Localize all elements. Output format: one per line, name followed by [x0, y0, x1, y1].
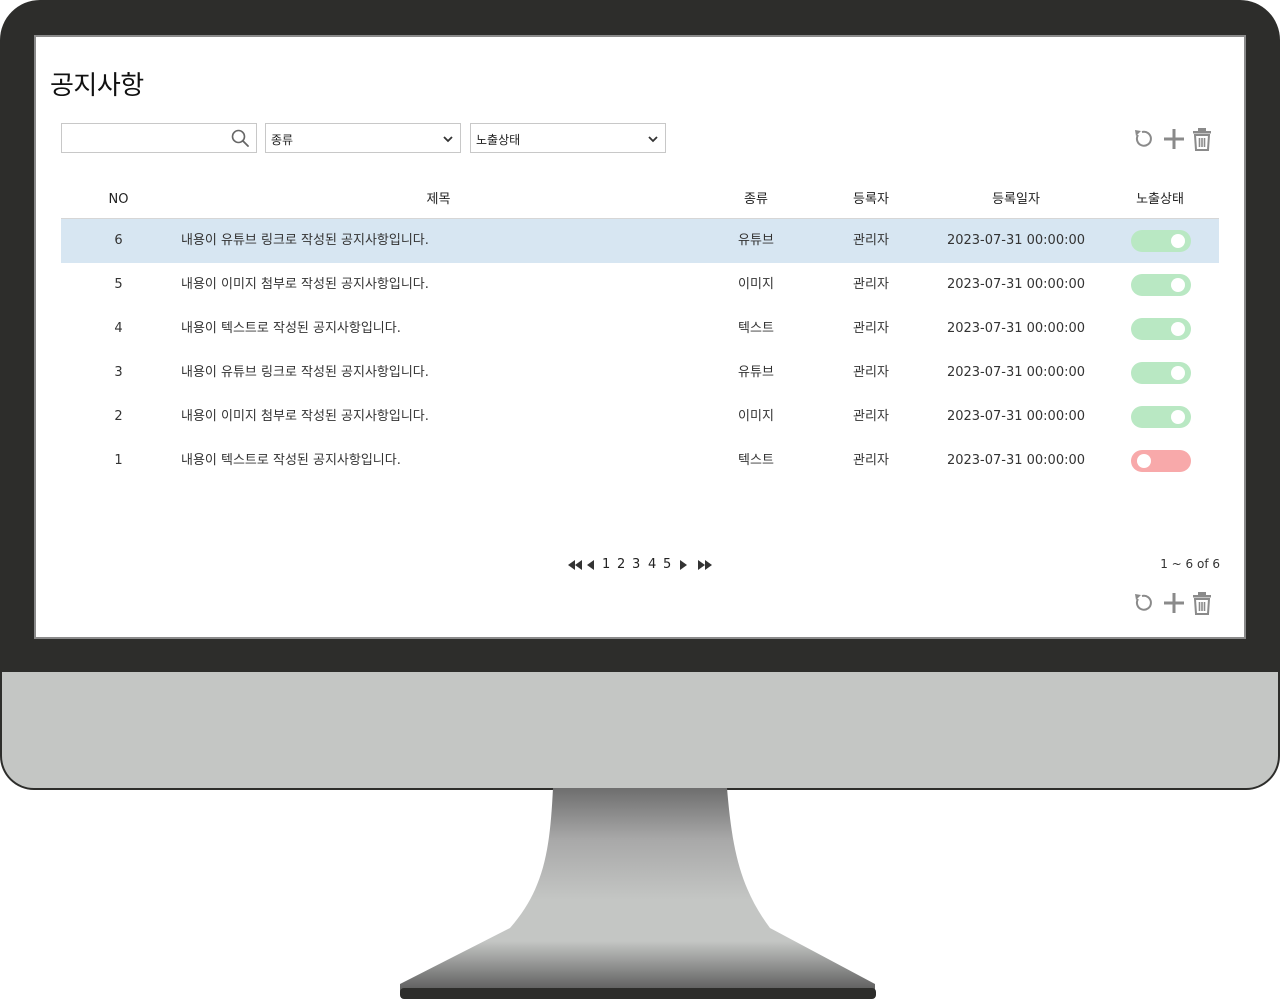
- chevron-down-icon: [443, 136, 453, 143]
- row-title[interactable]: 내용이 텍스트로 작성된 공지사항입니다.: [181, 307, 701, 351]
- top-toolbar: [1130, 126, 1220, 152]
- row-title[interactable]: 내용이 이미지 첨부로 작성된 공지사항입니다.: [181, 395, 701, 439]
- type-select-value: 종류: [271, 133, 294, 147]
- row-no: 6: [114, 233, 123, 248]
- row-type: 텍스트: [738, 321, 774, 336]
- row-author: 관리자: [853, 409, 889, 424]
- toggle-knob: [1137, 454, 1151, 468]
- row-title[interactable]: 내용이 이미지 첨부로 작성된 공지사항입니다.: [181, 263, 701, 307]
- bottom-toolbar: [1130, 590, 1220, 616]
- row-date: 2023-07-31 00:00:00: [946, 321, 1086, 336]
- table-header: NO 제목 종류 등록자 등록일자 노출상태: [61, 182, 1219, 219]
- row-status-cell: [1101, 395, 1219, 439]
- visibility-toggle[interactable]: [1131, 406, 1191, 428]
- header-date[interactable]: 등록일자: [931, 182, 1101, 218]
- visibility-toggle[interactable]: [1131, 318, 1191, 340]
- notice-table: NO 제목 종류 등록자 등록일자 노출상태 6 내용이 유튜브 링크로 작성된…: [61, 182, 1219, 483]
- toggle-knob: [1171, 322, 1185, 336]
- trash-icon[interactable]: [1190, 126, 1214, 152]
- row-date: 2023-07-31 00:00:00: [946, 277, 1086, 292]
- plus-icon[interactable]: [1162, 126, 1186, 152]
- row-status-cell: [1101, 219, 1219, 263]
- row-date: 2023-07-31 00:00:00: [946, 453, 1086, 468]
- visibility-toggle[interactable]: [1131, 450, 1191, 472]
- status-select[interactable]: 노출상태: [470, 123, 666, 153]
- refresh-icon[interactable]: [1130, 590, 1154, 616]
- row-author: 관리자: [853, 277, 889, 292]
- search-input[interactable]: [66, 128, 230, 150]
- row-status-cell: [1101, 439, 1219, 483]
- page-title: 공지사항: [50, 71, 144, 101]
- header-no[interactable]: NO: [61, 182, 176, 218]
- table-row[interactable]: 3 내용이 유튜브 링크로 작성된 공지사항입니다. 유튜브 관리자 2023-…: [61, 351, 1219, 395]
- type-select[interactable]: 종류: [265, 123, 461, 153]
- row-author: 관리자: [853, 321, 889, 336]
- row-date: 2023-07-31 00:00:00: [946, 233, 1086, 248]
- page-link-2[interactable]: 2: [617, 557, 625, 573]
- prev-page-icon[interactable]: [586, 557, 594, 573]
- row-author: 관리자: [853, 365, 889, 380]
- status-select-value: 노출상태: [476, 133, 521, 147]
- page-link-3[interactable]: 3: [632, 557, 640, 573]
- search-icon[interactable]: [231, 129, 249, 147]
- refresh-icon[interactable]: [1130, 126, 1154, 152]
- table-row[interactable]: 2 내용이 이미지 첨부로 작성된 공지사항입니다. 이미지 관리자 2023-…: [61, 395, 1219, 439]
- header-title[interactable]: 제목: [176, 182, 701, 218]
- page-link-4[interactable]: 4: [648, 557, 656, 573]
- row-status-cell: [1101, 307, 1219, 351]
- header-author[interactable]: 등록자: [811, 182, 931, 218]
- row-type: 이미지: [738, 409, 774, 424]
- table-row[interactable]: 4 내용이 텍스트로 작성된 공지사항입니다. 텍스트 관리자 2023-07-…: [61, 307, 1219, 351]
- visibility-toggle[interactable]: [1131, 274, 1191, 296]
- page-link-1[interactable]: 1: [602, 557, 610, 573]
- visibility-toggle[interactable]: [1131, 362, 1191, 384]
- header-type[interactable]: 종류: [701, 182, 811, 218]
- row-no: 2: [114, 409, 123, 424]
- row-no: 5: [114, 277, 123, 292]
- row-status-cell: [1101, 351, 1219, 395]
- plus-icon[interactable]: [1162, 590, 1186, 616]
- row-title[interactable]: 내용이 유튜브 링크로 작성된 공지사항입니다.: [181, 219, 701, 263]
- toggle-knob: [1171, 278, 1185, 292]
- toggle-knob: [1171, 234, 1185, 248]
- row-date: 2023-07-31 00:00:00: [946, 409, 1086, 424]
- row-type: 텍스트: [738, 453, 774, 468]
- row-title[interactable]: 내용이 텍스트로 작성된 공지사항입니다.: [181, 439, 701, 483]
- last-page-icon[interactable]: [698, 557, 712, 573]
- app-screen: 공지사항 종류 노출상태 NO 제목 종류 등록자 등록일자 노출상태 6 내용…: [34, 35, 1246, 639]
- trash-icon[interactable]: [1190, 590, 1214, 616]
- visibility-toggle[interactable]: [1131, 230, 1191, 252]
- table-row[interactable]: 6 내용이 유튜브 링크로 작성된 공지사항입니다. 유튜브 관리자 2023-…: [61, 219, 1219, 263]
- row-no: 3: [114, 365, 123, 380]
- monitor-stand: [400, 788, 876, 999]
- next-page-icon[interactable]: [680, 557, 688, 573]
- monitor-chin: [0, 672, 1280, 790]
- row-type: 유튜브: [738, 365, 774, 380]
- row-status-cell: [1101, 263, 1219, 307]
- toggle-knob: [1171, 366, 1185, 380]
- row-type: 유튜브: [738, 233, 774, 248]
- chevron-down-icon: [648, 136, 658, 143]
- header-status[interactable]: 노출상태: [1101, 182, 1219, 218]
- row-no: 1: [114, 453, 123, 468]
- page-link-5[interactable]: 5: [663, 557, 671, 573]
- row-date: 2023-07-31 00:00:00: [946, 365, 1086, 380]
- toggle-knob: [1171, 410, 1185, 424]
- result-count: 1 ~ 6 of 6: [1160, 557, 1220, 571]
- row-author: 관리자: [853, 453, 889, 468]
- row-author: 관리자: [853, 233, 889, 248]
- table-row[interactable]: 1 내용이 텍스트로 작성된 공지사항입니다. 텍스트 관리자 2023-07-…: [61, 439, 1219, 483]
- table-row[interactable]: 5 내용이 이미지 첨부로 작성된 공지사항입니다. 이미지 관리자 2023-…: [61, 263, 1219, 307]
- row-type: 이미지: [738, 277, 774, 292]
- row-no: 4: [114, 321, 123, 336]
- first-page-icon[interactable]: [568, 557, 582, 573]
- search-box: [61, 123, 257, 153]
- row-title[interactable]: 내용이 유튜브 링크로 작성된 공지사항입니다.: [181, 351, 701, 395]
